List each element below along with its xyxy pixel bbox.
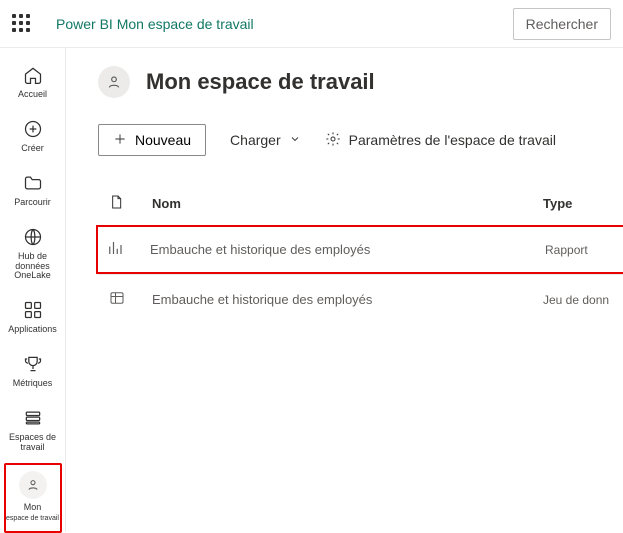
sidebar-item-my-workspace[interactable]: Mon espace de travail xyxy=(4,463,62,533)
sidebar-label: Créer xyxy=(21,144,44,154)
sidebar-item-create[interactable]: Créer xyxy=(4,110,62,164)
new-button[interactable]: Nouveau xyxy=(98,124,206,156)
item-name: Embauche et historique des employés xyxy=(150,242,545,257)
file-icon xyxy=(108,194,152,213)
workspace-settings-label: Paramètres de l'espace de travail xyxy=(349,132,556,148)
globe-icon xyxy=(22,226,44,248)
item-name: Embauche et historique des employés xyxy=(152,292,543,307)
dataset-icon xyxy=(108,289,152,310)
list-header: Nom Type xyxy=(98,194,623,225)
sidebar-label: Hub de données OneLake xyxy=(4,252,62,282)
column-header-type[interactable]: Type xyxy=(543,196,613,211)
plus-icon xyxy=(113,132,127,149)
workspace-settings-button[interactable]: Paramètres de l'espace de travail xyxy=(325,124,556,156)
new-button-label: Nouveau xyxy=(135,132,191,148)
sidebar-label: Applications xyxy=(8,325,57,335)
sidebar-label: Espaces de travail xyxy=(4,433,62,453)
page-title: Mon espace de travail xyxy=(146,69,375,95)
apps-icon xyxy=(22,299,44,321)
home-icon xyxy=(22,64,44,86)
workspaces-icon xyxy=(22,407,44,429)
sidebar-item-datahub[interactable]: Hub de données OneLake xyxy=(4,218,62,292)
chevron-down-icon xyxy=(289,132,301,148)
person-icon xyxy=(19,471,47,499)
item-type: Jeu de donn xyxy=(543,293,613,307)
workspace-avatar-icon xyxy=(98,66,130,98)
sidebar-item-home[interactable]: Accueil xyxy=(4,56,62,110)
sidebar-item-metrics[interactable]: Métriques xyxy=(4,345,62,399)
plus-circle-icon xyxy=(22,118,44,140)
sidebar-item-browse[interactable]: Parcourir xyxy=(4,164,62,218)
sidebar-label: Métriques xyxy=(13,379,53,389)
folder-icon xyxy=(22,172,44,194)
sidebar-label: Accueil xyxy=(18,90,47,100)
sidebar-label: Mon espace de travail xyxy=(6,503,59,523)
column-header-name[interactable]: Nom xyxy=(152,196,543,211)
search-button[interactable]: Rechercher xyxy=(513,8,611,40)
sidebar-item-apps[interactable]: Applications xyxy=(4,291,62,345)
app-launcher-icon[interactable] xyxy=(12,14,32,34)
trophy-icon xyxy=(22,353,44,375)
sidebar-item-workspaces[interactable]: Espaces de travail xyxy=(4,399,62,463)
breadcrumb[interactable]: Power BI Mon espace de travail xyxy=(56,16,254,32)
upload-button[interactable]: Charger xyxy=(230,124,301,156)
upload-button-label: Charger xyxy=(230,132,281,148)
gear-icon xyxy=(325,131,341,150)
list-row[interactable]: Embauche et historique des employés Rapp… xyxy=(96,225,623,274)
item-type: Rapport xyxy=(545,243,615,257)
list-row[interactable]: Embauche et historique des employés Jeu … xyxy=(98,274,623,324)
report-icon xyxy=(106,239,150,260)
sidebar-label: Parcourir xyxy=(14,198,51,208)
